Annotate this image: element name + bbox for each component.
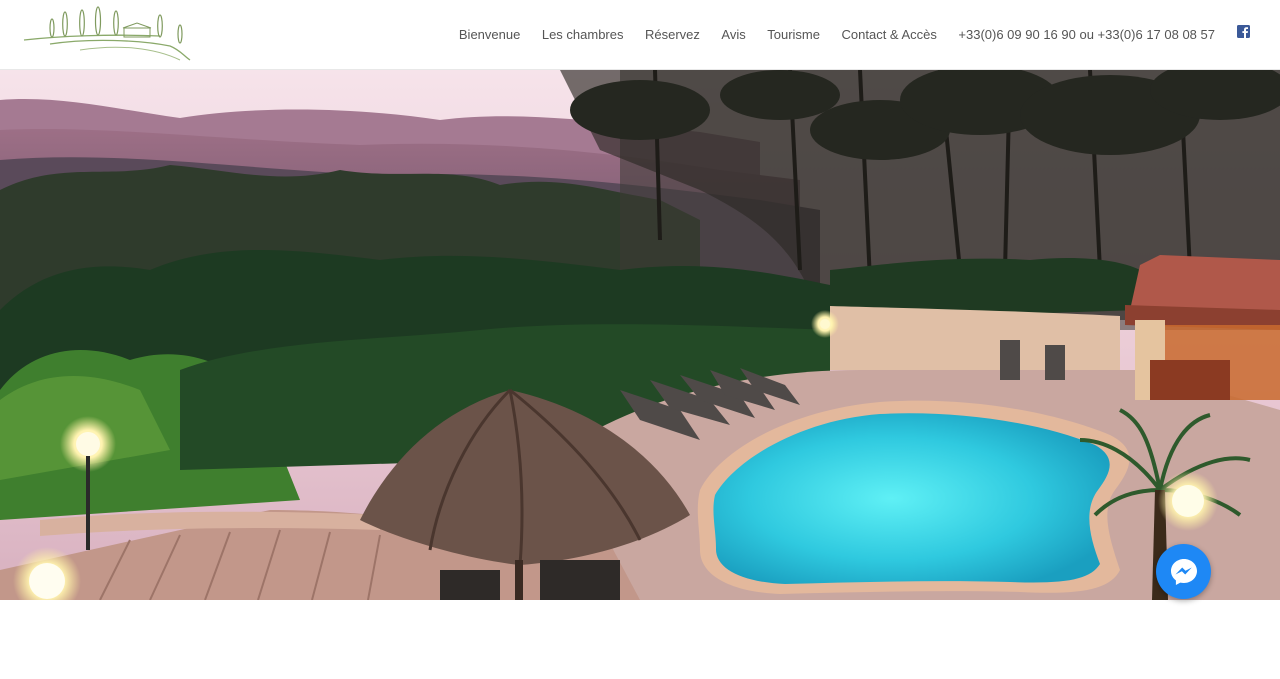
pool-at-dusk-photo [0,70,1280,600]
site-header: Bienvenue Les chambres Réservez Avis Tou… [0,0,1280,70]
nav-item-phone[interactable]: +33(0)6 09 90 16 90 ou +33(0)6 17 08 08 … [958,27,1215,43]
nav-item-tourisme[interactable]: Tourisme [767,27,820,43]
messenger-chat-button[interactable] [1156,544,1211,599]
nav-item-les-chambres[interactable]: Les chambres [542,27,624,43]
hero-image [0,70,1280,600]
nav-item-contact-acces[interactable]: Contact & Accès [842,27,937,43]
main-navigation: Bienvenue Les chambres Réservez Avis Tou… [459,0,1250,70]
nav-item-reservez[interactable]: Réservez [645,27,700,43]
nav-item-avis[interactable]: Avis [721,27,745,43]
facebook-icon[interactable] [1237,24,1250,38]
messenger-icon [1170,558,1197,585]
site-logo[interactable] [20,4,196,66]
nav-item-bienvenue[interactable]: Bienvenue [459,27,520,43]
logo-landscape-icon [23,6,191,61]
